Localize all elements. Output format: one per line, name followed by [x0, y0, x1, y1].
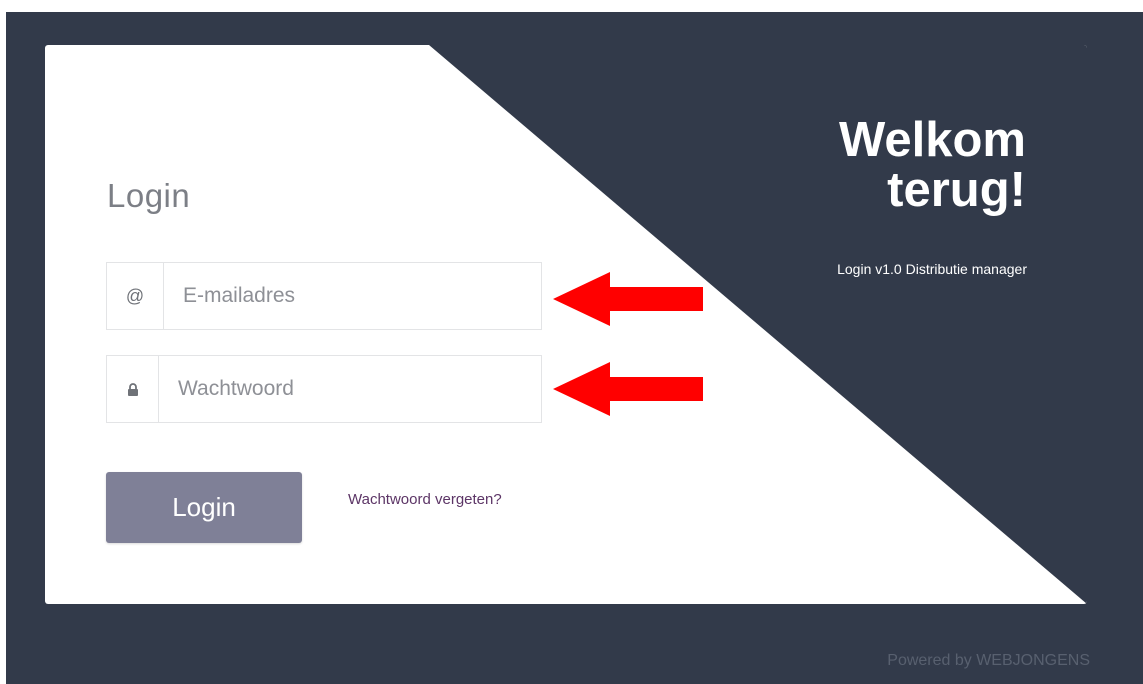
login-button[interactable]: Login: [106, 472, 302, 543]
left-arrow-icon: [553, 362, 703, 416]
left-arrow-icon: [553, 272, 703, 326]
login-card: Login @ Login Wachtwoord vergeten? Welko…: [45, 45, 1087, 604]
login-heading: Login: [107, 177, 191, 214]
password-input[interactable]: [159, 356, 541, 422]
at-sign-icon: @: [107, 263, 164, 329]
forgot-password-link[interactable]: Wachtwoord vergeten?: [348, 491, 502, 508]
welcome-title: Welkom terug!: [839, 113, 1026, 217]
email-input[interactable]: [164, 263, 541, 329]
welcome-subtitle: Login v1.0 Distributie manager: [837, 261, 1027, 277]
powered-by-footer[interactable]: Powered by WEBJONGENS: [887, 652, 1090, 670]
email-input-group: @: [106, 262, 542, 330]
lock-icon: [107, 356, 159, 422]
password-input-group: [106, 355, 542, 423]
